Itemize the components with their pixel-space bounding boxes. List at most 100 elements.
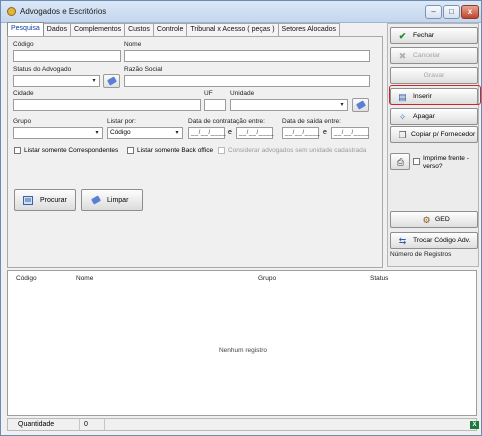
correspondentes-label: Listar somente Correspondentes (24, 147, 119, 154)
maximize-button[interactable]: □ (443, 5, 460, 19)
unidade-label: Unidade (230, 90, 255, 97)
ged-icon: ⚙ (422, 215, 431, 225)
listar-por-label: Listar por: (107, 118, 136, 125)
uf-field[interactable] (204, 99, 226, 111)
limpar-label: Limpar (107, 197, 129, 204)
status-label: Status do Advogado (13, 66, 72, 73)
close-button[interactable]: x (461, 5, 479, 19)
codigo-field[interactable] (13, 50, 121, 62)
delete-icon: ✧ (398, 112, 407, 122)
copy-icon: ❐ (398, 130, 407, 140)
gravar-label: Gravar (423, 72, 445, 79)
status-select[interactable]: ▾ (13, 75, 100, 87)
nome-field[interactable] (124, 50, 370, 62)
sem-unidade-checkbox[interactable] (218, 147, 225, 154)
eraser-icon (107, 76, 117, 86)
column-header-grupo[interactable]: Grupo (258, 275, 276, 282)
procurar-button[interactable]: Procurar (14, 189, 76, 211)
search-icon (23, 196, 33, 205)
unidade-select[interactable]: ▾ (230, 99, 348, 111)
chevron-down-icon: ▾ (92, 78, 96, 84)
gravar-button[interactable]: Gravar (390, 67, 478, 84)
nome-label: Nome (124, 41, 142, 48)
eraser-icon (91, 195, 102, 205)
ged-label: GED (435, 216, 450, 223)
cancelar-label: Cancelar (413, 52, 441, 59)
status-bar: Quantidade 0 X (7, 418, 479, 431)
search-panel: Código Nome Status do Advogado ▾ Razão S… (7, 36, 383, 268)
copiar-fornecedor-label: Copiar p/ Fornecedor (411, 131, 476, 138)
quantidade-value: 0 (79, 419, 105, 430)
imprime-frente-verso-label: Imprime frente - verso? (423, 155, 469, 170)
e-label: e (323, 129, 327, 136)
printer-icon: ⎙ (396, 157, 405, 167)
copiar-fornecedor-button[interactable]: ❐ Copiar p/ Fornecedor (390, 126, 478, 143)
numero-registros-label: Número de Registros (390, 251, 452, 258)
data-contratacao-fim[interactable]: __/__/____ (236, 127, 274, 139)
e-label: e (228, 129, 232, 136)
data-saida-inicio[interactable]: __/__/____ (282, 127, 320, 139)
eraser-icon (356, 100, 366, 110)
swap-icon: ⇆ (398, 236, 407, 246)
back-office-label: Listar somente Back office (137, 147, 214, 154)
data-contratacao-label: Data de contratação entre: (188, 118, 265, 125)
minimize-button[interactable]: – (425, 5, 442, 19)
procurar-label: Procurar (40, 197, 67, 204)
title-bar[interactable]: Advogados e Escritórios – □ x (1, 1, 481, 23)
limpar-button[interactable]: Limpar (81, 189, 143, 211)
razao-social-field[interactable] (124, 75, 370, 87)
print-button[interactable]: ⎙ (390, 153, 410, 170)
cancel-icon: ✖ (398, 51, 407, 61)
tab-controle[interactable]: Controle (152, 23, 188, 36)
grupo-label: Grupo (13, 118, 32, 125)
cancelar-button[interactable]: ✖ Cancelar (390, 47, 478, 64)
trocar-codigo-button[interactable]: ⇆ Trocar Código Adv. (390, 232, 478, 249)
tab-dados[interactable]: Dados (42, 23, 72, 36)
results-grid[interactable]: Código Nome Grupo Status Nenhum registro (7, 270, 477, 416)
data-saida-fim[interactable]: __/__/____ (331, 127, 369, 139)
tab-custos[interactable]: Custos (124, 23, 154, 36)
tab-complementos[interactable]: Complementos (70, 23, 126, 36)
tab-setores-alocados[interactable]: Setores Alocados (277, 23, 341, 36)
back-office-checkbox[interactable] (127, 147, 134, 154)
chevron-down-icon: ▾ (95, 130, 99, 136)
apagar-button[interactable]: ✧ Apagar (390, 108, 478, 125)
codigo-label: Código (13, 41, 34, 48)
clear-status-button[interactable] (103, 74, 120, 88)
tab-bar: Pesquisa Dados Complementos Custos Contr… (7, 22, 341, 36)
uf-label: UF (204, 90, 213, 97)
fechar-button[interactable]: ✔ Fechar (390, 27, 478, 44)
column-header-status[interactable]: Status (370, 275, 388, 282)
cidade-field[interactable] (13, 99, 201, 111)
chevron-down-icon: ▾ (175, 130, 179, 136)
razao-social-label: Razão Social (124, 66, 163, 73)
clear-unidade-button[interactable] (352, 98, 369, 112)
empty-message: Nenhum registro (218, 347, 268, 354)
correspondentes-checkbox[interactable] (14, 147, 21, 154)
listar-por-value: Código (110, 129, 131, 136)
excel-export-icon[interactable]: X (470, 421, 479, 429)
ged-button[interactable]: ⚙ GED (390, 211, 478, 228)
trocar-codigo-label: Trocar Código Adv. (413, 237, 471, 244)
fechar-label: Fechar (413, 32, 435, 39)
data-contratacao-inicio[interactable]: __/__/____ (188, 127, 226, 139)
listar-por-select[interactable]: Código ▾ (107, 127, 183, 139)
window-title: Advogados e Escritórios (20, 7, 107, 16)
data-saida-label: Data de saída entre: (282, 118, 341, 125)
action-sidebar: ✔ Fechar ✖ Cancelar Gravar ▤ Inserir ✧ A… (387, 23, 479, 267)
cidade-label: Cidade (13, 90, 34, 97)
quantidade-label: Quantidade (18, 421, 55, 428)
apagar-label: Apagar (413, 113, 435, 120)
tab-tribunal-acesso[interactable]: Tribunal x Acesso ( peças ) (186, 23, 279, 36)
sem-unidade-label: Considerar advogados sem unidade cadastr… (228, 147, 367, 154)
tab-pesquisa[interactable]: Pesquisa (7, 22, 44, 36)
imprime-frente-verso-checkbox[interactable] (413, 158, 420, 165)
chevron-down-icon: ▾ (340, 102, 344, 108)
check-icon: ✔ (398, 31, 407, 41)
column-header-nome[interactable]: Nome (76, 275, 93, 282)
grupo-select[interactable]: ▾ (13, 127, 103, 139)
app-icon (7, 7, 16, 16)
inserir-highlight (389, 85, 481, 105)
app-window: Advogados e Escritórios – □ x Pesquisa D… (0, 0, 482, 436)
column-header-codigo[interactable]: Código (16, 275, 37, 282)
